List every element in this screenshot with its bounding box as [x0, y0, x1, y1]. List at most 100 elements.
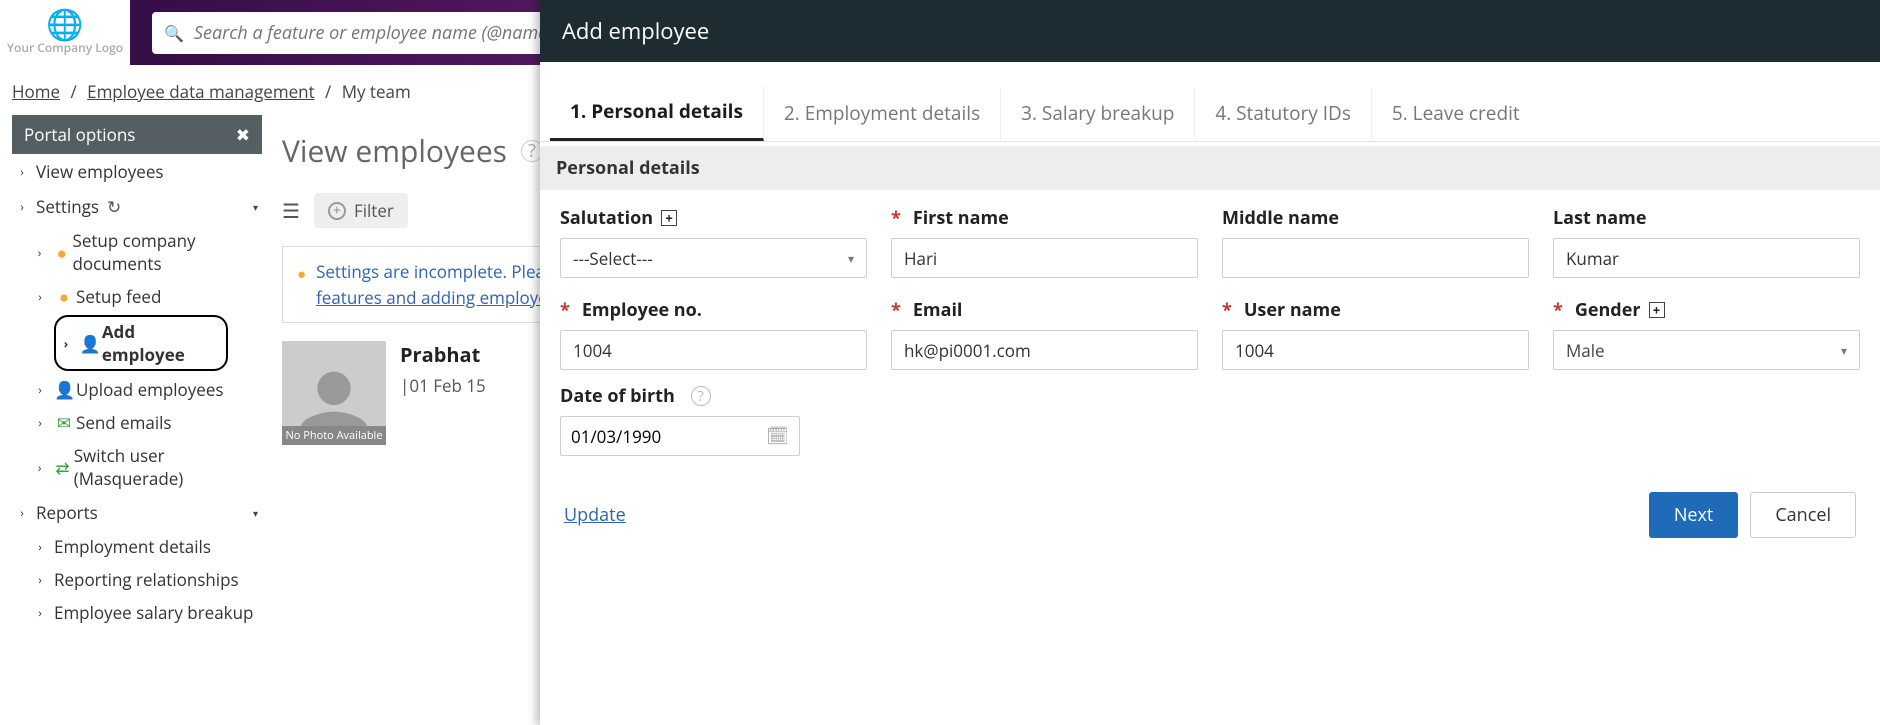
sidebar-item-label: Add employee — [102, 320, 220, 366]
page-title: View employees — [282, 130, 507, 171]
plus-icon: + — [328, 202, 346, 220]
tab-statutory-ids[interactable]: 4. Statutory IDs — [1195, 88, 1372, 140]
user-plus-icon: 👤 — [80, 332, 100, 355]
filter-button[interactable]: + Filter — [314, 193, 408, 228]
label-email: *Email — [891, 298, 1198, 322]
sidebar-item-settings[interactable]: › Settings ↻ ▾ — [12, 189, 262, 224]
label-employee-no: *Employee no. — [560, 298, 867, 322]
envelope-icon: ✉ — [54, 411, 74, 434]
warning-icon: ● — [53, 241, 71, 264]
label-user-name: *User name — [1222, 298, 1529, 322]
chevron-right-icon: › — [36, 244, 43, 261]
employee-joined: |01 Feb 15 — [400, 374, 486, 397]
company-logo: 🌐 Your Company Logo — [0, 0, 130, 65]
search-input[interactable] — [194, 21, 545, 45]
middle-name-input[interactable] — [1222, 238, 1529, 278]
employee-photo: No Photo Available — [282, 341, 386, 445]
user-plus-icon: 👤 — [54, 378, 74, 401]
sidebar-item-setup-company-documents[interactable]: › ● Setup company documents — [36, 224, 262, 280]
sidebar-item-label: Upload employees — [76, 378, 224, 401]
sidebar-item-label: Employment details — [54, 535, 211, 558]
label-salutation: Salutation + — [560, 206, 867, 230]
chevron-right-icon: › — [36, 571, 44, 588]
salutation-select[interactable]: ---Select--- ▾ — [560, 238, 867, 278]
sidebar-item-setup-feed[interactable]: › ● Setup feed — [36, 280, 262, 313]
warning-icon: ● — [54, 285, 74, 308]
sidebar-item-label: Reporting relationships — [54, 568, 239, 591]
sidebar-item-reporting-relationships[interactable]: › Reporting relationships — [36, 563, 262, 596]
chevron-right-icon: › — [36, 538, 44, 555]
modal-title: Add employee — [540, 0, 1880, 62]
no-photo-label: No Photo Available — [282, 426, 386, 445]
sidebar-item-employee-salary-breakup[interactable]: › Employee salary breakup — [36, 596, 262, 629]
tab-personal-details[interactable]: 1. Personal details — [550, 86, 764, 141]
chevron-right-icon: › — [36, 604, 44, 621]
search-icon: 🔍 — [164, 22, 184, 44]
modal-footer: Update Next Cancel — [540, 470, 1880, 560]
help-icon[interactable]: ? — [691, 386, 711, 406]
portal-title: Portal options — [24, 123, 135, 146]
gender-select[interactable]: Male ▾ — [1553, 330, 1860, 370]
chevron-right-icon: › — [36, 288, 44, 305]
sidebar-item-label: Setup company documents — [73, 229, 263, 275]
filter-label: Filter — [354, 199, 394, 222]
label-dob: Date of birth ? — [560, 384, 820, 408]
form-grid: Salutation + ---Select--- ▾ *First name … — [540, 190, 1880, 378]
add-icon[interactable]: + — [661, 210, 677, 226]
portal-header: Portal options ✖ — [12, 115, 262, 154]
chevron-down-icon: ▾ — [1841, 342, 1847, 359]
label-gender: *Gender+ — [1553, 298, 1860, 322]
chevron-right-icon: › — [18, 198, 26, 215]
search-field[interactable]: 🔍 — [152, 12, 557, 54]
warning-icon: ● — [297, 263, 306, 310]
adjust-icon[interactable]: ☰ — [282, 197, 300, 224]
shuffle-icon: ⇄ — [53, 456, 71, 479]
logo-text: Your Company Logo — [7, 39, 123, 56]
sidebar-item-label: Send emails — [76, 411, 172, 434]
sidebar-item-add-employee[interactable]: › 👤 Add employee — [54, 315, 228, 371]
cancel-button[interactable]: Cancel — [1750, 492, 1856, 538]
sidebar-item-send-emails[interactable]: › ✉ Send emails — [36, 406, 262, 439]
tab-salary-breakup[interactable]: 3. Salary breakup — [1001, 88, 1195, 140]
globe-icon: 🌐 — [46, 9, 83, 39]
update-link[interactable]: Update — [564, 503, 626, 527]
sidebar-item-employment-details[interactable]: › Employment details — [36, 530, 262, 563]
sidebar-item-label: View employees — [36, 160, 163, 183]
next-button[interactable]: Next — [1649, 492, 1739, 538]
dob-input[interactable] — [571, 425, 731, 448]
chevron-right-icon: › — [36, 414, 44, 431]
sidebar-item-label: Reports — [36, 501, 98, 524]
label-last-name: Last name — [1553, 206, 1860, 230]
sidebar-item-label: Setup feed — [76, 285, 161, 308]
label-first-name: *First name — [891, 206, 1198, 230]
first-name-input[interactable] — [891, 238, 1198, 278]
sidebar-item-upload-employees[interactable]: › 👤 Upload employees — [36, 373, 262, 406]
sidebar-item-label: Settings — [36, 195, 99, 218]
section-title: Personal details — [540, 146, 1880, 190]
breadcrumb-edm[interactable]: Employee data management — [87, 80, 315, 103]
modal-tabs: 1. Personal details 2. Employment detail… — [540, 86, 1880, 142]
calendar-icon[interactable]: 🗓 — [766, 424, 789, 448]
tab-employment-details[interactable]: 2. Employment details — [764, 88, 1001, 140]
last-name-input[interactable] — [1553, 238, 1860, 278]
sidebar-item-switch-user[interactable]: › ⇄ Switch user (Masquerade) — [36, 439, 262, 495]
email-input[interactable] — [891, 330, 1198, 370]
user-name-input[interactable] — [1222, 330, 1529, 370]
chevron-right-icon: › — [18, 163, 26, 180]
chevron-down-icon: ▾ — [253, 200, 258, 214]
breadcrumb: Home / Employee data management / My tea… — [12, 80, 411, 103]
breadcrumb-current: My team — [342, 80, 411, 103]
close-icon[interactable]: ✖ — [236, 123, 250, 146]
breadcrumb-home[interactable]: Home — [12, 80, 60, 103]
sidebar-item-view-employees[interactable]: › View employees — [12, 154, 262, 189]
chevron-right-icon: › — [36, 381, 44, 398]
chevron-right-icon: › — [36, 459, 43, 476]
employee-no-input[interactable] — [560, 330, 867, 370]
add-icon[interactable]: + — [1649, 302, 1665, 318]
dob-field[interactable]: 🗓 — [560, 416, 800, 456]
employee-name: Prabhat — [400, 341, 486, 368]
label-middle-name: Middle name — [1222, 206, 1529, 230]
tab-leave-credit[interactable]: 5. Leave credit — [1372, 88, 1540, 140]
refresh-icon: ↻ — [107, 195, 121, 218]
sidebar-item-reports[interactable]: › Reports ▾ — [12, 495, 262, 530]
